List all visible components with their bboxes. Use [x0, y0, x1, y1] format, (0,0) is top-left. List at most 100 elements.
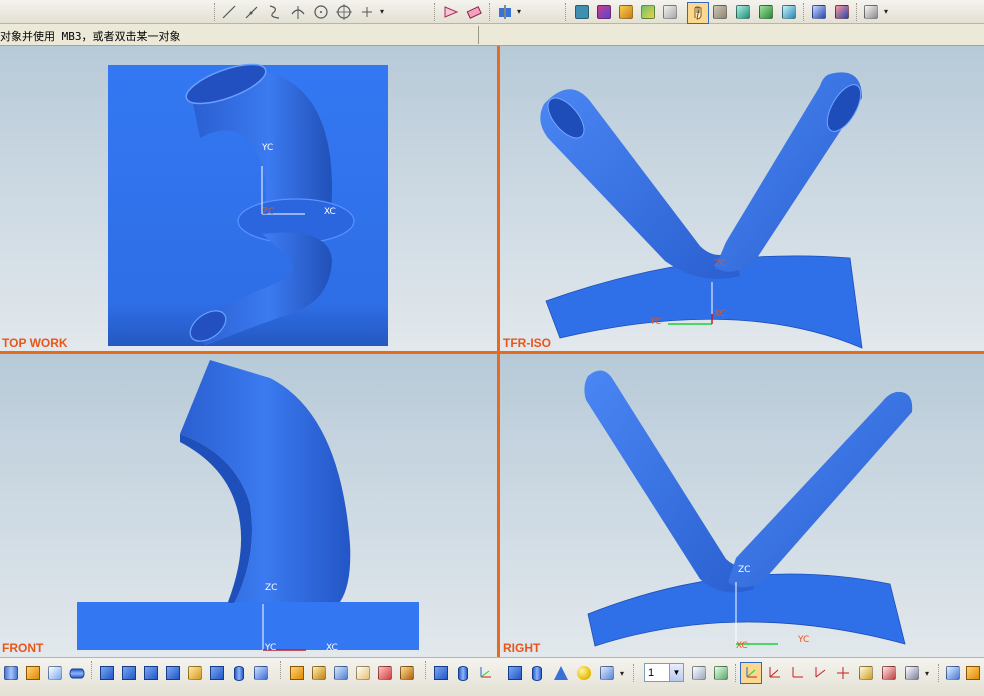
xc-label: XC	[324, 207, 336, 217]
wcs-save-icon[interactable]	[857, 664, 875, 682]
eraser-icon[interactable]	[465, 3, 483, 21]
block-icon[interactable]	[164, 664, 182, 682]
left-branch	[584, 370, 754, 593]
toolbar-separator	[856, 3, 858, 21]
teal-cube-icon[interactable]	[780, 3, 798, 21]
extrude-icon[interactable]	[252, 664, 270, 682]
pencil-icon[interactable]	[639, 3, 657, 21]
toolbar-separator	[91, 661, 93, 679]
box-orange-icon[interactable]	[288, 664, 306, 682]
toolbar-separator	[803, 3, 805, 21]
view-settings-icon[interactable]	[862, 3, 880, 21]
top-work-model: YC ZC XC	[108, 63, 388, 346]
sew-icon[interactable]	[354, 664, 372, 682]
measure-icon[interactable]	[964, 664, 982, 682]
chevron-down-icon[interactable]: ▾	[517, 8, 525, 16]
layer-settings-icon[interactable]	[690, 664, 708, 682]
viewport-right[interactable]: ZC XC YC RIGHT	[500, 354, 984, 657]
right-branch	[728, 391, 913, 588]
chamfer-icon[interactable]	[186, 664, 204, 682]
teal-block-icon[interactable]	[734, 3, 752, 21]
cylinder-icon[interactable]	[528, 664, 546, 682]
layer-icon[interactable]	[661, 3, 679, 21]
gray-box-icon[interactable]	[711, 3, 729, 21]
wcs-origin-icon[interactable]	[765, 664, 783, 682]
cone-icon[interactable]	[552, 664, 570, 682]
wcs-menu-icon[interactable]	[903, 664, 921, 682]
yc-label: YC	[797, 635, 809, 645]
chevron-down-icon[interactable]: ▾	[884, 8, 892, 16]
pipe-body	[180, 360, 351, 602]
zc-label: ZC	[714, 259, 726, 269]
block-icon[interactable]	[208, 664, 226, 682]
toolbar-separator	[565, 3, 567, 21]
yc-label: YC	[264, 643, 276, 653]
top-toolbar: ▾ ▾ ▾	[0, 0, 984, 24]
viewport-label: TFR-ISO	[503, 336, 551, 350]
xc-label: XC	[714, 309, 726, 319]
primitive-icon[interactable]	[598, 664, 616, 682]
work-layer-value: 1	[648, 666, 655, 679]
bucket-icon[interactable]	[617, 3, 635, 21]
block-icon[interactable]	[506, 664, 524, 682]
toolbar-separator	[735, 664, 737, 682]
point-icon[interactable]	[358, 3, 376, 21]
xc-label: XC	[736, 641, 748, 651]
wcs-dynamics-icon[interactable]	[742, 664, 760, 682]
analysis-icon[interactable]	[944, 664, 962, 682]
block-icon[interactable]	[98, 664, 116, 682]
graphics-window[interactable]: YC ZC XC TOP WORK ZC YC XC TFR-ISO ZC YC…	[0, 46, 984, 657]
cylinder-icon[interactable]	[454, 664, 472, 682]
base-plate	[77, 602, 419, 650]
chevron-down-icon[interactable]: ▾	[925, 670, 933, 678]
datum-csys-icon[interactable]	[476, 664, 494, 682]
blend-icon[interactable]	[46, 664, 64, 682]
zc-label: ZC	[262, 207, 274, 217]
shell-icon[interactable]	[24, 664, 42, 682]
chevron-down-icon[interactable]: ▾	[380, 8, 388, 16]
right-model: ZC XC YC	[584, 370, 913, 651]
toolbar-separator	[633, 664, 635, 682]
spline-icon[interactable]	[266, 3, 284, 21]
viewport-front[interactable]: ZC YC XC FRONT	[0, 354, 497, 657]
hole-icon[interactable]	[68, 664, 86, 682]
viewport-top-work[interactable]: YC ZC XC TOP WORK	[0, 46, 497, 351]
viewport-tfr-iso[interactable]: ZC YC XC TFR-ISO	[500, 46, 984, 351]
block-icon[interactable]	[432, 664, 450, 682]
work-layer-select[interactable]: 1 ▼	[644, 663, 684, 682]
green-cube-icon[interactable]	[757, 3, 775, 21]
cylinder-icon[interactable]	[230, 664, 248, 682]
chevron-down-icon[interactable]: ▼	[669, 664, 683, 681]
xc-label: XC	[326, 643, 338, 653]
patch-icon[interactable]	[376, 664, 394, 682]
line-icon[interactable]	[220, 3, 238, 21]
zc-label: ZC	[738, 565, 750, 575]
camera-icon[interactable]	[573, 3, 591, 21]
component-icon[interactable]	[810, 3, 828, 21]
wcs-set-axes-icon[interactable]	[834, 664, 852, 682]
sphere-icon[interactable]	[575, 664, 593, 682]
book-icon[interactable]	[2, 664, 20, 682]
wrap-icon[interactable]	[398, 664, 416, 682]
offset-icon[interactable]	[332, 664, 350, 682]
circle-icon[interactable]	[312, 3, 330, 21]
circle-center-icon[interactable]	[335, 3, 353, 21]
wcs-rotate-icon[interactable]	[788, 664, 806, 682]
wcs-orient-icon[interactable]	[811, 664, 829, 682]
paint-icon[interactable]	[595, 3, 613, 21]
chevron-down-icon[interactable]: ▾	[620, 670, 628, 678]
mirror-icon[interactable]	[496, 3, 514, 21]
line-point-icon[interactable]	[243, 3, 261, 21]
wcs-display-icon[interactable]	[880, 664, 898, 682]
sketch-icon[interactable]	[442, 3, 460, 21]
viewport-label: FRONT	[2, 641, 44, 655]
block-icon[interactable]	[142, 664, 160, 682]
block-icon[interactable]	[120, 664, 138, 682]
toolbar-separator	[425, 661, 427, 679]
assembly-icon[interactable]	[833, 3, 851, 21]
arc-icon[interactable]	[289, 3, 307, 21]
hand-select-icon[interactable]	[689, 3, 707, 21]
yc-label: YC	[649, 317, 661, 327]
move-layer-icon[interactable]	[712, 664, 730, 682]
trim-icon[interactable]	[310, 664, 328, 682]
